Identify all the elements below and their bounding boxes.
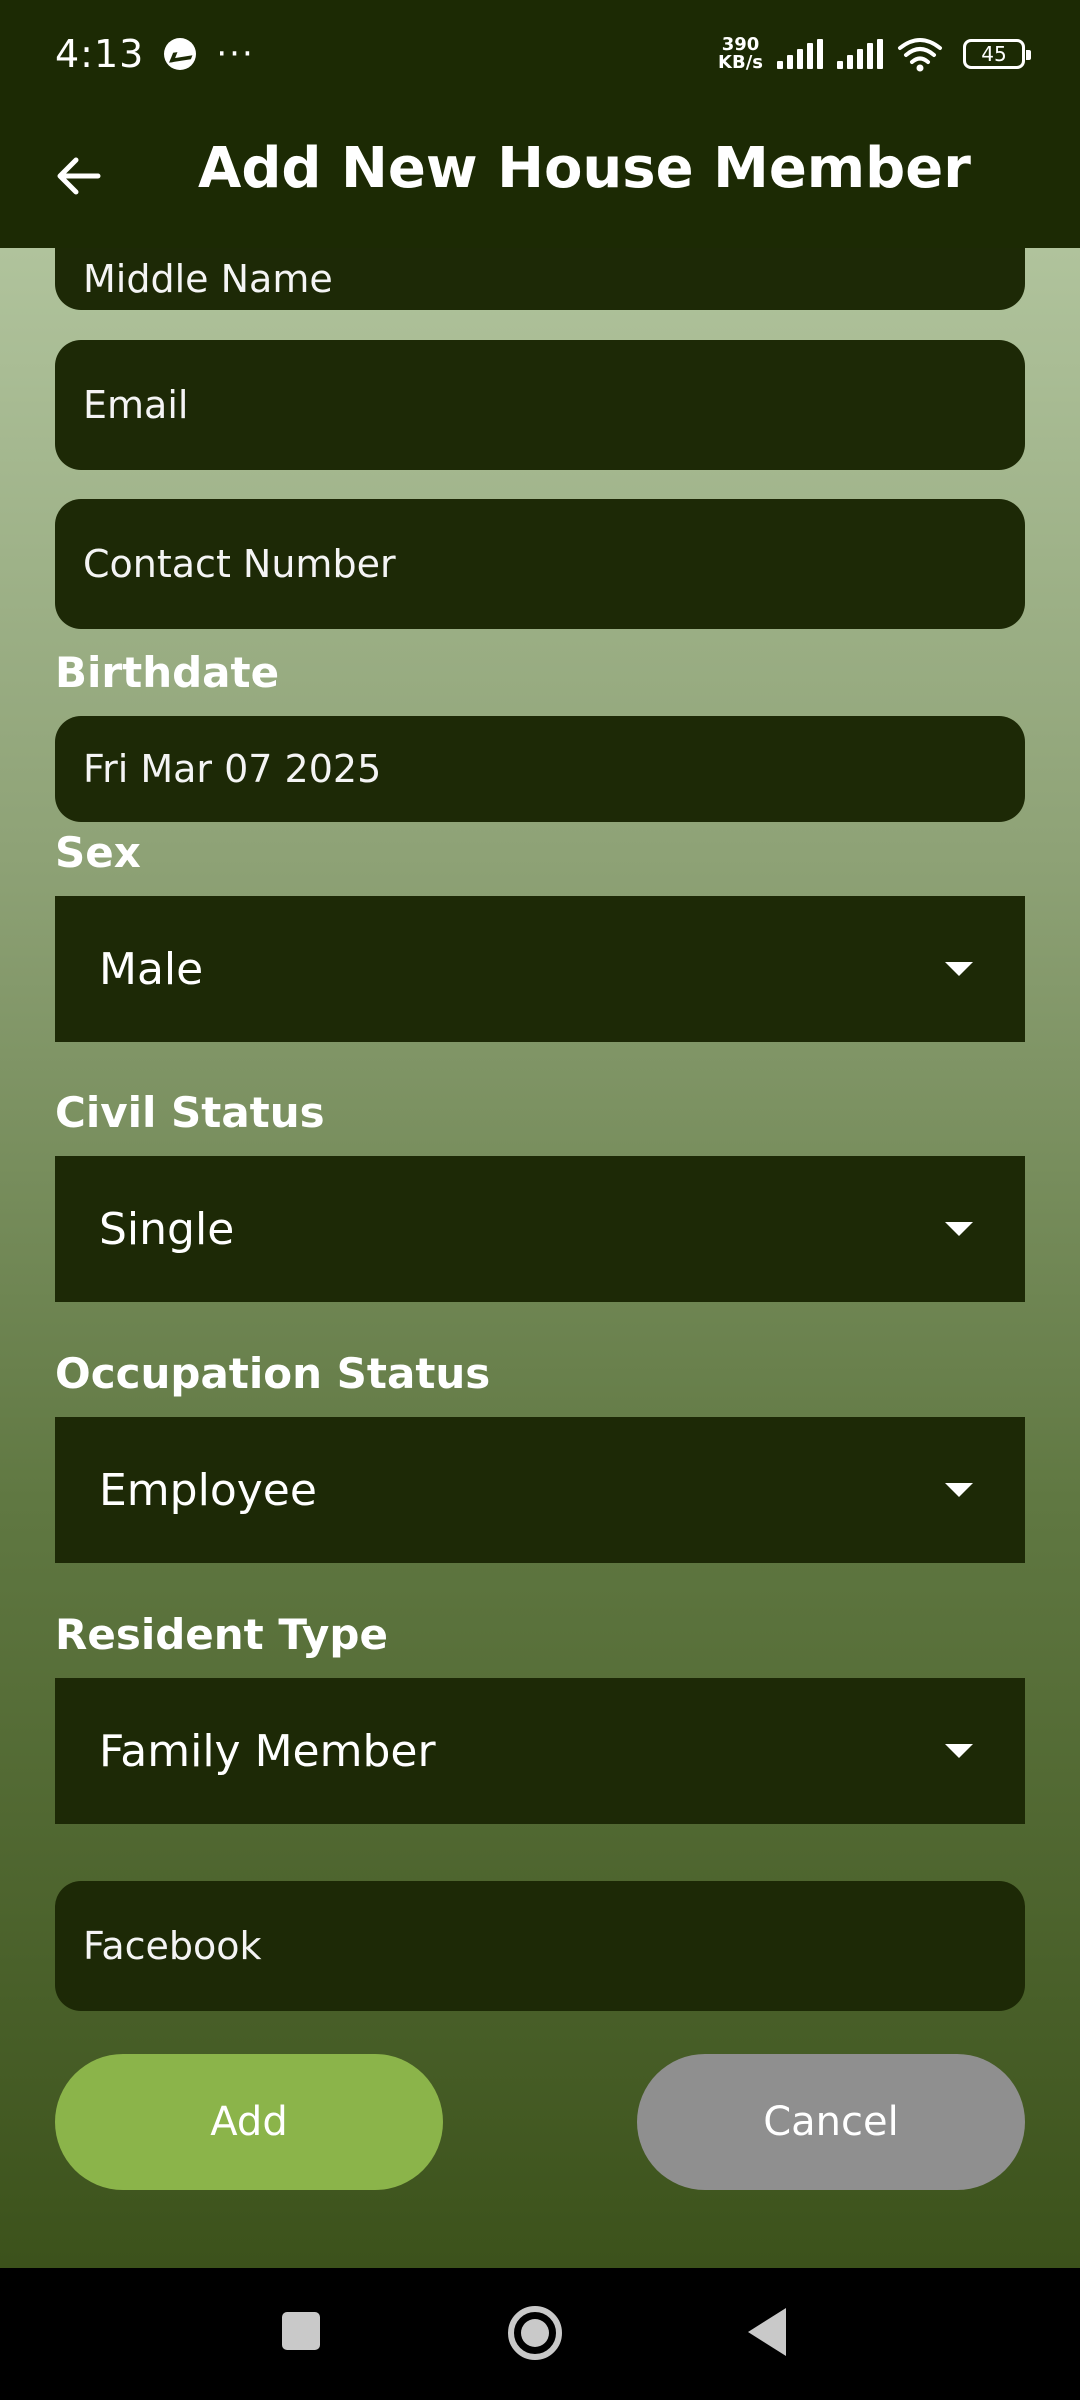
sex-label: Sex [55,828,141,877]
email-field[interactable]: Email [55,340,1025,470]
occupation-status-value: Employee [99,1464,317,1516]
more-notifications-icon: ··· [216,34,255,74]
resident-type-value: Family Member [99,1725,436,1777]
middle-name-field[interactable]: Middle Name [55,248,1025,310]
occupation-status-label: Occupation Status [55,1349,491,1398]
birthdate-label: Birthdate [55,648,280,697]
arrow-left-icon [57,157,101,195]
chevron-down-icon [945,962,973,976]
app-bar: Add New House Member [0,108,1080,248]
cancel-button[interactable]: Cancel [637,2054,1025,2190]
battery-level: 45 [981,42,1007,66]
add-button[interactable]: Add [55,2054,443,2190]
form-container[interactable]: Middle Name Email Contact Number Birthda… [0,248,1080,2268]
status-right: 390 KB/s 45 [718,36,1031,72]
middle-name-placeholder: Middle Name [83,257,333,301]
wifi-icon [898,38,942,72]
facebook-field[interactable]: Facebook [55,1881,1025,2011]
occupation-status-dropdown[interactable]: Employee [55,1417,1025,1563]
back-triangle-icon[interactable] [748,2308,786,2356]
status-bar: 4:13 ··· 390 KB/s 45 [0,0,1080,108]
civil-status-label: Civil Status [55,1088,325,1137]
network-speed-unit: KB/s [718,52,763,73]
signal-icon [777,39,823,69]
back-button[interactable] [50,148,106,204]
birthdate-field[interactable]: Fri Mar 07 2025 [55,716,1025,822]
civil-status-dropdown[interactable]: Single [55,1156,1025,1302]
page-title: Add New House Member [198,136,971,201]
resident-type-dropdown[interactable]: Family Member [55,1678,1025,1824]
sex-dropdown[interactable]: Male [55,896,1025,1042]
status-time: 4:13 [55,32,145,76]
contact-number-field[interactable]: Contact Number [55,499,1025,629]
civil-status-value: Single [99,1203,235,1255]
system-nav-bar [0,2268,1080,2400]
messenger-icon [164,38,197,70]
contact-number-placeholder: Contact Number [83,542,396,586]
sex-value: Male [99,943,204,995]
chevron-down-icon [945,1222,973,1236]
email-placeholder: Email [83,383,189,427]
chevron-down-icon [945,1483,973,1497]
birthdate-value: Fri Mar 07 2025 [83,747,382,791]
status-left: 4:13 ··· [55,32,255,76]
chevron-down-icon [945,1744,973,1758]
recent-apps-icon[interactable] [282,2312,320,2350]
home-icon[interactable] [508,2306,562,2360]
resident-type-label: Resident Type [55,1610,388,1659]
facebook-placeholder: Facebook [83,1924,262,1968]
network-speed: 390 KB/s [718,36,763,72]
signal-icon [837,39,883,69]
battery-icon: 45 [963,39,1031,69]
